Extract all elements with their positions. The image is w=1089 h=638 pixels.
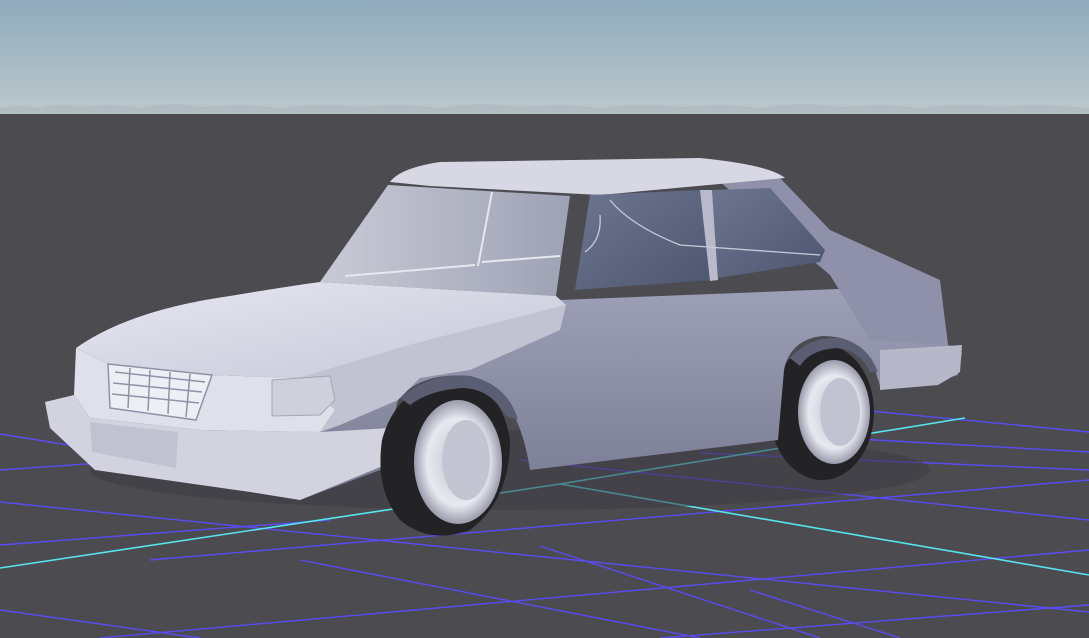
sky	[0, 0, 1089, 114]
scene-canvas[interactable]	[0, 0, 1089, 638]
headlight	[271, 375, 336, 417]
3d-viewport[interactable]	[0, 0, 1089, 638]
rear-wheel	[770, 344, 874, 480]
